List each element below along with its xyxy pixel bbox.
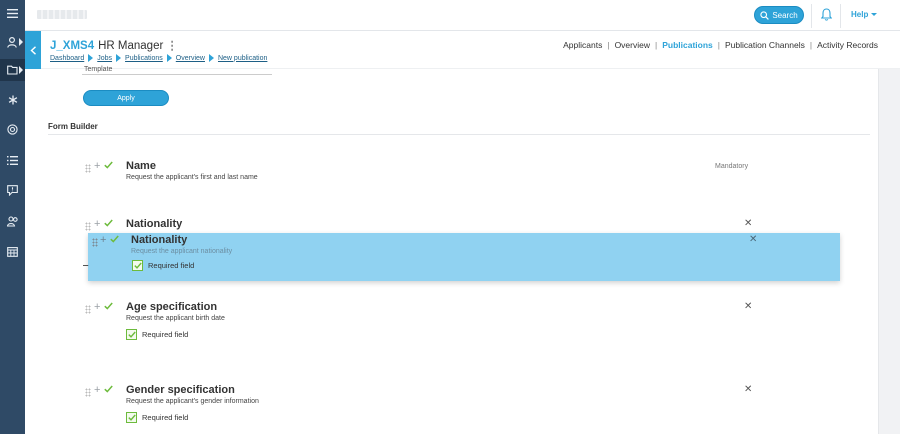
breadcrumb-arrow-icon (166, 54, 172, 62)
drag-handle-icon[interactable] (85, 164, 91, 173)
checkbox[interactable] (126, 329, 137, 340)
check-icon[interactable] (104, 385, 113, 393)
required-field-label: Required field (142, 413, 189, 422)
field-description: Request the applicant birth date (126, 315, 225, 322)
scrollbar[interactable] (878, 69, 900, 434)
field-description: Request the applicant's first and last n… (126, 174, 258, 181)
checkmark-icon (127, 331, 136, 338)
required-field-label: Required field (142, 330, 189, 339)
required-field-toggle[interactable]: Required field (126, 329, 188, 340)
asterisk-icon[interactable] (0, 89, 25, 111)
checkbox[interactable] (126, 412, 137, 423)
check-icon[interactable] (104, 219, 113, 227)
breadcrumb-publications[interactable]: Publications (125, 55, 163, 62)
plus-icon[interactable]: + (94, 301, 100, 313)
target-icon[interactable] (0, 118, 25, 140)
nav-activity-records[interactable]: Activity Records (817, 40, 878, 50)
plus-icon[interactable]: + (94, 384, 100, 396)
mandatory-label: Mandatory (715, 163, 749, 170)
field-name: Age specification (126, 301, 218, 313)
bell-icon[interactable] (821, 8, 832, 21)
chevron-left-icon (29, 45, 36, 55)
required-field-toggle[interactable]: Required field (126, 412, 188, 423)
chat-icon[interactable] (0, 179, 25, 201)
close-icon[interactable]: ✕ (744, 385, 752, 395)
plus-icon[interactable]: + (94, 218, 100, 230)
template-field-value[interactable]: Template (84, 66, 112, 73)
checkmark-icon (133, 262, 142, 269)
plus-icon[interactable]: + (94, 160, 100, 172)
drag-handle-icon[interactable] (85, 305, 91, 314)
required-field-toggle[interactable]: Required field (132, 260, 194, 271)
breadcrumb-arrow-icon (88, 54, 94, 62)
checkbox[interactable] (132, 260, 143, 271)
form-field-gender: + Gender specification Request the appli… (40, 384, 878, 425)
nav-publications[interactable]: Publications (662, 40, 713, 50)
dragged-field-description: Request the applicant nationality (131, 248, 233, 255)
collapse-button[interactable] (25, 31, 41, 69)
checkmark-icon (127, 414, 136, 421)
breadcrumb: Dashboard Jobs Publications Overview New… (50, 54, 267, 62)
search-button[interactable]: Search (754, 6, 804, 24)
user-icon[interactable] (0, 31, 25, 53)
close-icon[interactable]: ✕ (744, 219, 752, 229)
help-label: Help (851, 10, 869, 19)
form-field-age: + Age specification Request the applican… (40, 301, 878, 342)
search-icon (760, 10, 770, 20)
breadcrumb-jobs[interactable]: Jobs (97, 55, 112, 62)
nav-overview[interactable]: Overview (615, 40, 650, 50)
field-name: Gender specification (126, 384, 235, 396)
drag-handle-icon[interactable] (85, 388, 91, 397)
close-icon[interactable]: ✕ (744, 302, 752, 312)
apply-button[interactable]: Apply (83, 90, 169, 106)
breadcrumb-overview[interactable]: Overview (176, 55, 205, 62)
company-logo (37, 10, 87, 19)
check-icon[interactable] (104, 161, 113, 169)
search-button-label: Search (772, 10, 798, 20)
section-title: Form Builder (48, 122, 98, 131)
plus-icon[interactable]: + (100, 234, 106, 246)
job-role: HR Manager (98, 40, 164, 52)
kebab-menu-icon[interactable]: ⋮ (166, 40, 178, 52)
help-menu[interactable]: Help (851, 10, 878, 19)
chevron-down-icon (871, 13, 878, 17)
users-icon[interactable] (0, 210, 25, 232)
left-sidebar (0, 0, 25, 434)
breadcrumb-new-publication[interactable]: New publication (218, 55, 267, 62)
form-field-name: + Name Request the applicant's first and… (40, 160, 878, 201)
close-icon[interactable]: ✕ (749, 235, 757, 245)
menu-icon[interactable] (0, 2, 25, 24)
check-icon[interactable] (104, 302, 113, 310)
required-field-label: Required field (148, 261, 195, 270)
list-icon[interactable] (0, 149, 25, 171)
breadcrumb-arrow-icon (116, 54, 122, 62)
check-icon[interactable] (110, 235, 119, 243)
dragged-field-card[interactable]: + Nationality Request the applicant nati… (88, 233, 840, 281)
calendar-icon[interactable] (0, 240, 25, 262)
page-header: J_XMS4 HR Manager ⋮ Dashboard Jobs Publica… (25, 31, 900, 69)
job-nav: Applicants | Overview | Publications | Publ… (563, 40, 878, 50)
top-bar: Search Help (25, 0, 900, 31)
dragged-field-name: Nationality (131, 234, 188, 246)
folder-icon[interactable] (0, 59, 25, 81)
page-title: J_XMS4 HR Manager ⋮ (50, 38, 178, 52)
nav-applicants[interactable]: Applicants (563, 40, 602, 50)
breadcrumb-dashboard[interactable]: Dashboard (50, 55, 84, 62)
job-code: J_XMS4 (50, 40, 95, 52)
field-name: Nationality (126, 218, 183, 230)
field-description: Request the applicant's gender informati… (126, 398, 259, 405)
drag-handle-icon[interactable] (92, 238, 98, 247)
nav-publication-channels[interactable]: Publication Channels (725, 40, 805, 50)
breadcrumb-arrow-icon (208, 54, 214, 62)
drag-handle-icon[interactable] (85, 222, 91, 231)
field-name: Name (126, 160, 156, 172)
